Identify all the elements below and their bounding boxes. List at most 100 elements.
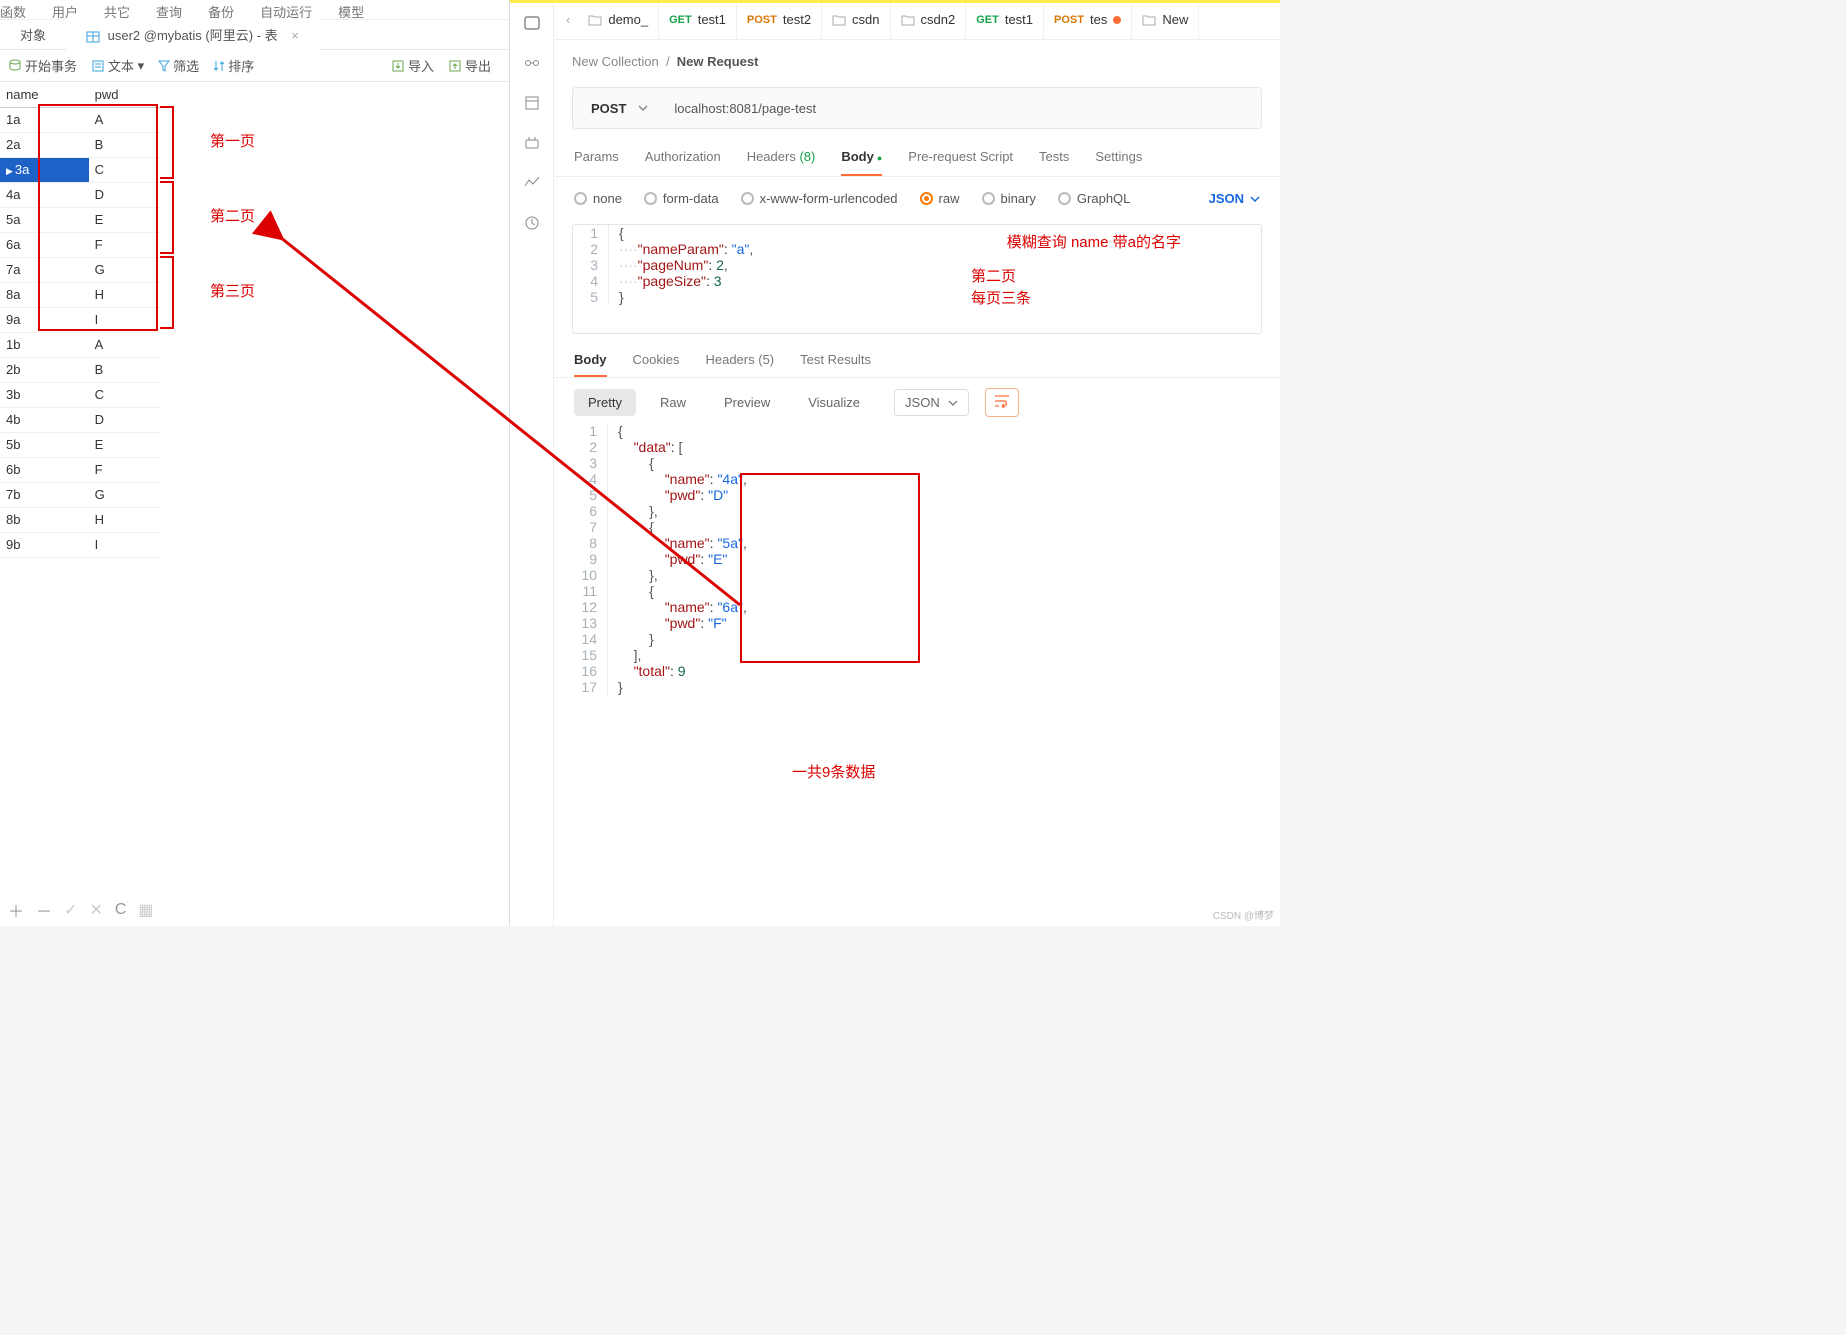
data-grid: namepwd 1aA2aB3aC4aD5aE6aF7aG8aH9aI1bA2b… bbox=[0, 82, 509, 926]
table-row[interactable]: 1bA bbox=[0, 332, 160, 357]
table-row[interactable]: 4bD bbox=[0, 407, 160, 432]
tab-nav-back[interactable]: ‹ bbox=[558, 12, 578, 27]
export-button[interactable]: 导出 bbox=[448, 56, 491, 75]
view-pretty[interactable]: Pretty bbox=[574, 389, 636, 416]
raw-lang-select[interactable]: JSON bbox=[1209, 191, 1260, 206]
request-tab[interactable]: csdn2 bbox=[891, 0, 967, 40]
menu-item[interactable]: 函数 bbox=[0, 2, 26, 17]
radio-label: x-www-form-urlencoded bbox=[760, 191, 898, 206]
import-label: 导入 bbox=[408, 56, 434, 75]
tab-table[interactable]: user2 @mybatis (阿里云) - 表 bbox=[66, 19, 319, 50]
add-row-button[interactable]: ＋ bbox=[8, 898, 24, 922]
grid-view-button[interactable]: ▦ bbox=[138, 900, 153, 920]
table-row[interactable]: 9bI bbox=[0, 532, 160, 557]
view-preview[interactable]: Preview bbox=[710, 389, 784, 416]
tab-tests[interactable]: Tests bbox=[1039, 149, 1069, 176]
resp-lang-select[interactable]: JSON bbox=[894, 389, 969, 416]
text-icon bbox=[91, 59, 105, 73]
table-row[interactable]: 2bB bbox=[0, 357, 160, 382]
tab-settings[interactable]: Settings bbox=[1095, 149, 1142, 176]
env-icon[interactable] bbox=[523, 94, 541, 112]
delete-row-button[interactable]: － bbox=[36, 898, 52, 922]
crumb-collection[interactable]: New Collection bbox=[572, 54, 659, 69]
breadcrumb: New Collection / New Request bbox=[554, 40, 1280, 79]
table-row[interactable]: 6bF bbox=[0, 457, 160, 482]
tab-objects[interactable]: 对象 bbox=[0, 19, 66, 50]
collections-icon[interactable] bbox=[523, 14, 541, 32]
tab-prerequest[interactable]: Pre-request Script bbox=[908, 149, 1013, 176]
request-tab[interactable]: demo_ bbox=[578, 0, 659, 40]
menu-item[interactable]: 备份 bbox=[208, 2, 234, 17]
request-body-editor[interactable]: 模糊查询 name 带a的名字 第二页 每页三条 1{2····"namePar… bbox=[572, 224, 1262, 334]
lang-label: JSON bbox=[905, 395, 940, 410]
menu-item[interactable]: 模型 bbox=[338, 2, 364, 17]
tab-auth[interactable]: Authorization bbox=[645, 149, 721, 176]
monitor-icon[interactable] bbox=[523, 174, 541, 192]
resp-tab-body[interactable]: Body bbox=[574, 352, 607, 377]
tab-headers[interactable]: Headers (8) bbox=[747, 149, 816, 176]
radio-label: binary bbox=[1001, 191, 1036, 206]
chevron-down-icon bbox=[638, 105, 648, 111]
menu-item[interactable]: 查询 bbox=[156, 2, 182, 17]
wrap-icon bbox=[994, 394, 1010, 408]
label-page3: 第三页 bbox=[210, 280, 255, 301]
tab-body[interactable]: Body bbox=[841, 149, 882, 176]
import-button[interactable]: 导入 bbox=[391, 56, 434, 75]
request-tab[interactable]: POSTtes bbox=[1044, 0, 1132, 40]
request-tab[interactable]: POSTtest2 bbox=[737, 0, 822, 40]
table-row[interactable]: 5bE bbox=[0, 432, 160, 457]
resp-tab-headers[interactable]: Headers (5) bbox=[705, 352, 774, 377]
history-icon[interactable] bbox=[523, 214, 541, 232]
tab-label: user2 @mybatis (阿里云) - 表 bbox=[108, 28, 278, 43]
method-label: POST bbox=[591, 101, 626, 116]
request-tab[interactable]: New bbox=[1132, 0, 1199, 40]
url-input[interactable]: localhost:8081/page-test bbox=[664, 101, 1261, 116]
table-row[interactable]: 8bH bbox=[0, 507, 160, 532]
export-label: 导出 bbox=[465, 56, 491, 75]
view-visualize[interactable]: Visualize bbox=[794, 389, 874, 416]
response-annotation-total: 一共9条数据 bbox=[792, 761, 875, 782]
view-raw[interactable]: Raw bbox=[646, 389, 700, 416]
wrap-lines-button[interactable] bbox=[985, 388, 1019, 417]
request-tab[interactable]: csdn bbox=[822, 0, 890, 40]
crumb-sep: / bbox=[666, 54, 670, 69]
sort-label: 排序 bbox=[228, 56, 254, 75]
radio-urlencoded[interactable]: x-www-form-urlencoded bbox=[741, 191, 898, 206]
cancel-button[interactable]: ✕ bbox=[89, 900, 102, 920]
request-tab[interactable]: GETtest1 bbox=[966, 0, 1044, 40]
chevron-down-icon bbox=[948, 400, 958, 406]
table-row[interactable]: 7bG bbox=[0, 482, 160, 507]
radio-graphql[interactable]: GraphQL bbox=[1058, 191, 1130, 206]
request-tab[interactable]: GETtest1 bbox=[659, 0, 737, 40]
crumb-request[interactable]: New Request bbox=[677, 54, 759, 69]
bracket-page2 bbox=[160, 181, 174, 254]
bracket-page1 bbox=[160, 106, 174, 179]
radio-binary[interactable]: binary bbox=[982, 191, 1036, 206]
radio-none[interactable]: none bbox=[574, 191, 622, 206]
tab-params[interactable]: Params bbox=[574, 149, 619, 176]
grid-footer-tools: ＋ － ✓ ✕ C ▦ bbox=[8, 898, 154, 922]
apis-icon[interactable] bbox=[523, 54, 541, 72]
resp-tab-tests[interactable]: Test Results bbox=[800, 352, 871, 377]
text-button[interactable]: 文本 ▾ bbox=[91, 56, 144, 75]
radio-label: raw bbox=[939, 191, 960, 206]
menu-item[interactable]: 共它 bbox=[104, 2, 130, 17]
commit-button[interactable]: ✓ bbox=[64, 900, 77, 920]
import-icon bbox=[391, 59, 405, 73]
menu-item[interactable]: 自动运行 bbox=[260, 2, 312, 17]
menu-item[interactable]: 用户 bbox=[52, 2, 78, 17]
table-row[interactable]: 3bC bbox=[0, 382, 160, 407]
start-tx-button[interactable]: 开始事务 bbox=[8, 56, 77, 75]
radio-label: none bbox=[593, 191, 622, 206]
sort-button[interactable]: 排序 bbox=[213, 56, 254, 75]
mock-icon[interactable] bbox=[523, 134, 541, 152]
radio-raw[interactable]: raw bbox=[920, 191, 960, 206]
filter-button[interactable]: 筛选 bbox=[158, 56, 199, 75]
response-body-viewer[interactable]: 一共9条数据 1{2 "data": [3 {4 "name": "4a",5 … bbox=[572, 423, 1262, 695]
method-select[interactable]: POST bbox=[573, 101, 664, 116]
export-icon bbox=[448, 59, 462, 73]
radio-form-data[interactable]: form-data bbox=[644, 191, 719, 206]
resp-tab-cookies[interactable]: Cookies bbox=[633, 352, 680, 377]
left-tabbar: 对象 user2 @mybatis (阿里云) - 表 bbox=[0, 20, 509, 50]
refresh-button[interactable]: C bbox=[115, 901, 127, 919]
